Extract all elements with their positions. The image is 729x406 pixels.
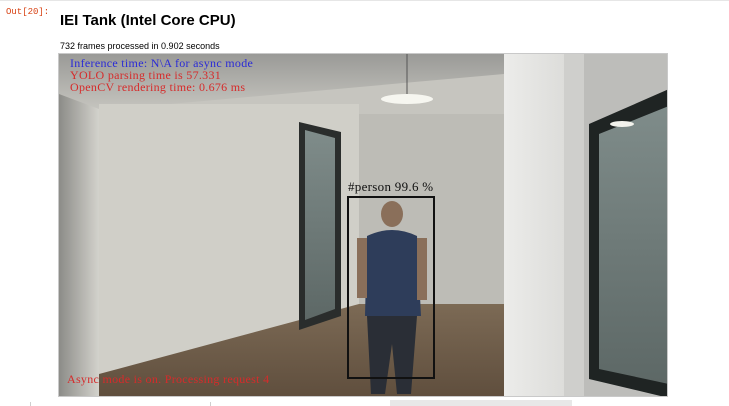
output-prompt: Out[20]: <box>6 7 50 17</box>
async-status-text: Async mode is on. Processing request 4 <box>67 372 270 386</box>
pillar-edge <box>564 54 584 396</box>
horizontal-scrollbar-thumb[interactable] <box>390 400 572 406</box>
frames-processed-text: 732 frames processed in 0.902 seconds <box>60 41 220 51</box>
left-window-glass <box>305 130 335 320</box>
ceiling-lamp-2 <box>610 121 634 127</box>
person-bounding-box <box>347 196 435 379</box>
left-wall <box>59 94 99 396</box>
cell-top-border <box>0 0 729 1</box>
cell-title: IEI Tank (Intel Core CPU) <box>60 12 236 29</box>
opencv-rendering-time-text: OpenCV rendering time: 0.676 ms <box>70 80 246 94</box>
cell-bottom <box>0 398 729 406</box>
right-window-glass <box>599 106 667 384</box>
detection-label: #person 99.6 % <box>348 179 434 194</box>
video-frame: Inference time: N\A for async mode YOLO … <box>58 53 668 397</box>
ceiling-lamp-1 <box>381 94 433 104</box>
